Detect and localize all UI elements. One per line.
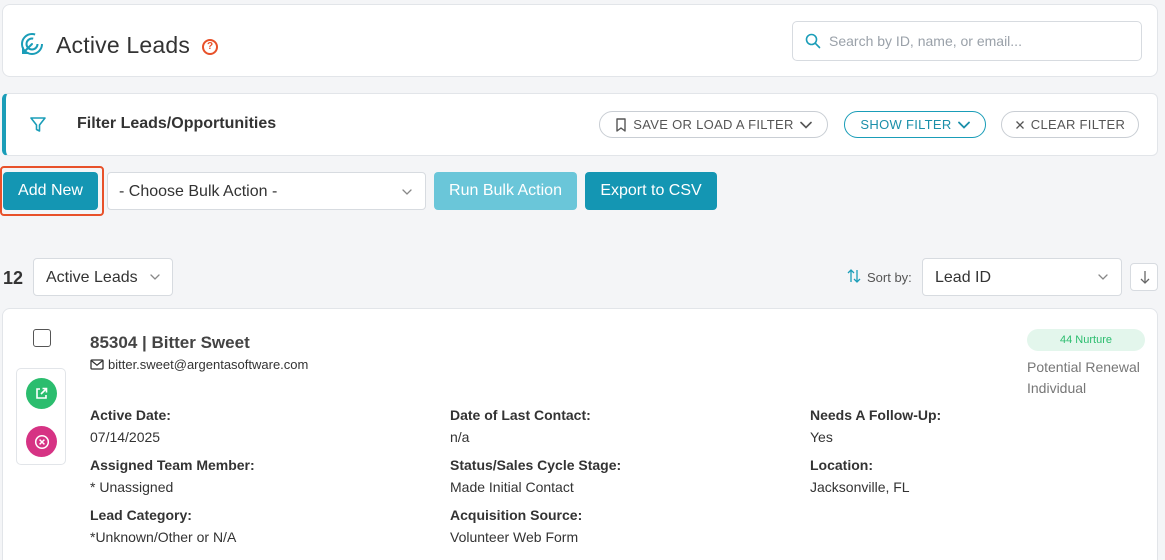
remove-lead-button[interactable] — [26, 426, 57, 457]
save-load-filter-button[interactable]: SAVE OR LOAD A FILTER — [599, 111, 828, 138]
field-last-contact: Date of Last Contact: n/a — [450, 407, 790, 445]
field-value: * Unassigned — [90, 479, 174, 495]
field-label: Date of Last Contact: — [450, 407, 591, 423]
field-value: 07/14/2025 — [90, 429, 161, 445]
page-title: Active Leads — [56, 32, 191, 58]
field-value: Volunteer Web Form — [450, 529, 579, 545]
clear-filter-label: CLEAR FILTER — [1030, 117, 1126, 132]
nurture-badge: 44 Nurture — [1027, 329, 1145, 351]
field-lead-category: Lead Category: *Unknown/Other or N/A — [90, 507, 430, 545]
sort-select[interactable]: Lead ID — [922, 258, 1122, 296]
search-icon — [805, 33, 821, 49]
page-header: Active Leads ? — [2, 4, 1158, 77]
field-status-stage: Status/Sales Cycle Stage: Made Initial C… — [450, 457, 790, 495]
lead-type-line2: Individual — [1027, 380, 1087, 396]
lead-card: 85304 | Bitter Sweet bitter.sweet@argent… — [2, 308, 1158, 560]
field-value: *Unknown/Other or N/A — [90, 529, 237, 545]
field-value: Made Initial Contact — [450, 479, 574, 495]
lead-status-select[interactable]: Active Leads — [33, 258, 173, 296]
field-label: Assigned Team Member: — [90, 457, 255, 473]
bulk-action-value: - Choose Bulk Action - — [119, 183, 278, 200]
target-arrow-icon — [21, 33, 43, 55]
field-label: Acquisition Source: — [450, 507, 583, 523]
search-box[interactable] — [792, 21, 1142, 61]
open-lead-button[interactable] — [26, 378, 57, 409]
field-value: n/a — [450, 429, 470, 445]
search-input[interactable] — [829, 30, 1134, 52]
external-link-icon — [36, 387, 48, 399]
field-value: Jacksonville, FL — [810, 479, 910, 495]
envelope-icon — [90, 359, 104, 370]
lead-type: Potential Renewal Individual — [1027, 357, 1140, 399]
lead-actions — [16, 368, 66, 465]
sort-direction-button[interactable] — [1130, 263, 1158, 291]
lead-count: 12 — [3, 268, 24, 288]
funnel-icon — [30, 117, 46, 132]
field-location: Location: Jacksonville, FL — [810, 457, 1150, 495]
lead-status-value: Active Leads — [46, 269, 138, 286]
sort-value: Lead ID — [935, 269, 992, 286]
help-icon[interactable]: ? — [202, 39, 218, 55]
field-label: Status/Sales Cycle Stage: — [450, 457, 622, 473]
close-icon — [1015, 120, 1024, 129]
save-load-filter-label: SAVE OR LOAD A FILTER — [633, 117, 794, 132]
lead-email-text: bitter.sweet@argentasoftware.com — [108, 357, 309, 372]
field-label: Location: — [810, 457, 873, 473]
bookmark-icon — [616, 117, 626, 132]
chevron-down-icon — [799, 121, 812, 129]
field-acquisition-source: Acquisition Source: Volunteer Web Form — [450, 507, 790, 545]
show-filter-label: SHOW FILTER — [860, 117, 952, 132]
chevron-down-icon — [1098, 274, 1108, 280]
filter-title: Filter Leads/Opportunities — [77, 115, 277, 132]
clear-filter-button[interactable]: CLEAR FILTER — [1001, 111, 1139, 138]
field-value: Yes — [810, 429, 833, 445]
field-label: Needs A Follow-Up: — [810, 407, 942, 423]
chevron-down-icon — [957, 121, 970, 129]
field-team-member: Assigned Team Member: * Unassigned — [90, 457, 430, 495]
chevron-down-icon — [402, 189, 412, 195]
chevron-down-icon — [150, 274, 160, 280]
sort-arrows-icon — [847, 269, 861, 283]
close-circle-icon — [34, 434, 49, 449]
lead-select-checkbox[interactable] — [33, 329, 51, 347]
bulk-action-select[interactable]: - Choose Bulk Action - — [107, 172, 426, 210]
page: Active Leads ? Filter Leads/Opportunitie… — [0, 0, 1165, 560]
field-follow-up: Needs A Follow-Up: Yes — [810, 407, 1150, 445]
show-filter-button[interactable]: SHOW FILTER — [844, 111, 986, 138]
sort-label: Sort by: — [867, 270, 912, 285]
field-label: Active Date: — [90, 407, 171, 423]
lead-email[interactable]: bitter.sweet@argentasoftware.com — [90, 357, 308, 372]
lead-title[interactable]: 85304 | Bitter Sweet — [90, 333, 250, 353]
add-new-button[interactable]: Add New — [3, 172, 98, 210]
field-label: Lead Category: — [90, 507, 192, 523]
export-csv-button[interactable]: Export to CSV — [585, 172, 717, 210]
filter-panel: Filter Leads/Opportunities SAVE OR LOAD … — [2, 93, 1158, 156]
field-active-date: Active Date: 07/14/2025 — [90, 407, 430, 445]
lead-type-line1: Potential Renewal — [1027, 359, 1140, 375]
run-bulk-action-button[interactable]: Run Bulk Action — [434, 172, 577, 210]
arrow-down-icon — [1140, 271, 1150, 284]
